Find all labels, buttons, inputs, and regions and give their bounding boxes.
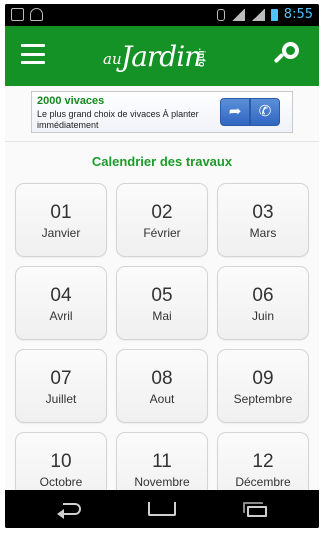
ad-share-button[interactable]: ➦ xyxy=(220,98,250,126)
logo-prefix: au xyxy=(103,50,122,68)
month-name: Aout xyxy=(149,392,175,406)
ad-banner[interactable]: 2000 vivaces Le plus grand choix de viva… xyxy=(31,91,293,133)
menu-icon[interactable] xyxy=(21,44,45,64)
app-header: au Jardin .info xyxy=(5,26,319,86)
month-name: Novembre xyxy=(134,475,190,489)
month-tile-09[interactable]: 09 Septembre xyxy=(217,349,309,423)
month-number: 05 xyxy=(151,285,173,306)
phone-icon: ✆ xyxy=(258,102,272,120)
signal-icon xyxy=(250,8,265,21)
logo-name: Jardin xyxy=(121,40,202,73)
bluetooth-icon xyxy=(216,8,225,21)
recent-apps-icon[interactable] xyxy=(239,500,271,518)
home-icon[interactable] xyxy=(146,500,178,518)
month-tile-04[interactable]: 04 Avril xyxy=(15,266,107,340)
month-number: 09 xyxy=(252,368,274,389)
month-name: Octobre xyxy=(39,475,83,489)
image-icon xyxy=(11,8,24,21)
month-tile-08[interactable]: 08 Aout xyxy=(116,349,208,423)
search-icon[interactable] xyxy=(273,42,301,68)
month-name: Janvier xyxy=(41,226,81,240)
ad-text: Le plus grand choix de vivaces À planter… xyxy=(37,109,199,130)
month-tile-06[interactable]: 06 Juin xyxy=(217,266,309,340)
main-content: 2000 vivaces Le plus grand choix de viva… xyxy=(5,86,319,490)
month-name: Septembre xyxy=(233,392,293,406)
month-number: 03 xyxy=(252,202,274,223)
status-bar: 8:55 xyxy=(5,4,319,26)
month-name: Février xyxy=(143,226,181,240)
month-number: 10 xyxy=(50,451,72,472)
month-name: Mars xyxy=(249,226,277,240)
calendar-title: Calendrier des travaux xyxy=(91,154,233,169)
month-tile-01[interactable]: 01 Janvier xyxy=(15,183,107,257)
month-number: 04 xyxy=(50,285,72,306)
month-name: Juillet xyxy=(45,392,77,406)
month-number: 12 xyxy=(252,451,274,472)
month-tile-07[interactable]: 07 Juillet xyxy=(15,349,107,423)
arrow-right-icon: ➦ xyxy=(228,102,242,120)
month-number: 02 xyxy=(151,202,173,223)
ad-call-button[interactable]: ✆ xyxy=(250,98,280,126)
month-name: Juin xyxy=(251,309,274,323)
month-number: 06 xyxy=(252,285,274,306)
month-tile-05[interactable]: 05 Mai xyxy=(116,266,208,340)
month-tile-10[interactable]: 10 Octobre xyxy=(15,432,107,490)
app-logo[interactable]: au Jardin .info xyxy=(103,36,223,78)
month-number: 08 xyxy=(151,368,173,389)
month-number: 01 xyxy=(50,202,72,223)
month-number: 11 xyxy=(152,451,172,472)
month-tile-02[interactable]: 02 Février xyxy=(116,183,208,257)
back-icon[interactable] xyxy=(55,500,87,519)
month-tile-03[interactable]: 03 Mars xyxy=(217,183,309,257)
month-number: 07 xyxy=(50,368,72,389)
logo-suffix: .info xyxy=(197,48,207,67)
wifi-icon xyxy=(230,8,245,21)
phone-screen: 8:55 au Jardin .info 2000 vivaces Le plu… xyxy=(5,4,319,528)
battery-icon xyxy=(270,8,278,21)
month-name: Avril xyxy=(49,309,73,323)
month-name: Décembre xyxy=(235,475,291,489)
month-name: Mai xyxy=(152,309,172,323)
month-tile-11[interactable]: 11 Novembre xyxy=(116,432,208,490)
month-tile-12[interactable]: 12 Décembre xyxy=(217,432,309,490)
ad-title: 2000 vivaces xyxy=(37,95,105,107)
status-time: 8:55 xyxy=(283,7,313,22)
system-nav-bar xyxy=(5,490,319,528)
divider xyxy=(5,141,319,142)
android-icon xyxy=(30,8,43,21)
